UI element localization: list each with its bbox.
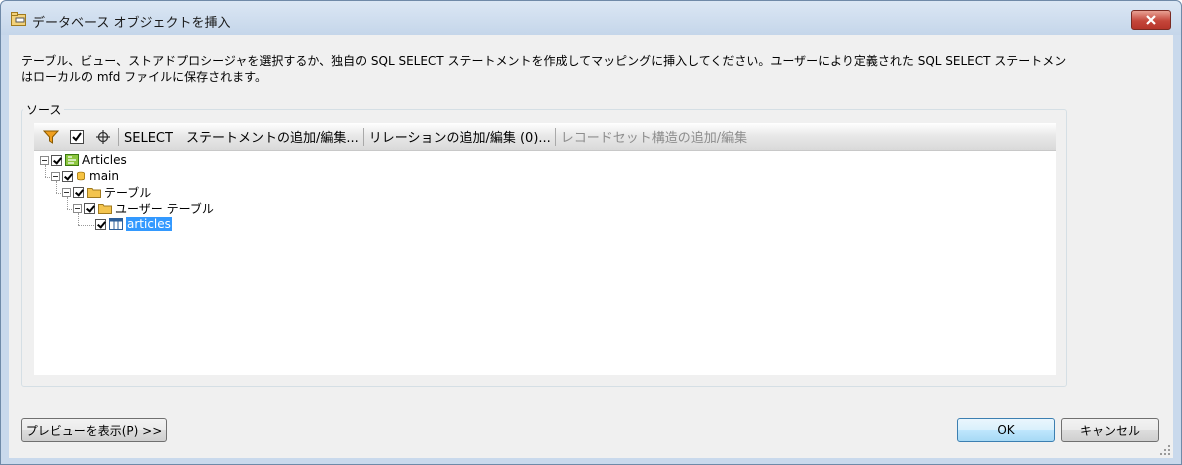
- tree-node-database[interactable]: main: [51, 168, 119, 184]
- toolbar-separator: [118, 127, 119, 146]
- node-checkbox[interactable]: [62, 170, 73, 182]
- show-preview-button[interactable]: プレビューを表示(P) >>: [21, 418, 167, 442]
- node-checkbox[interactable]: [84, 202, 95, 214]
- node-label: main: [89, 169, 119, 183]
- collapse-toggle[interactable]: [62, 187, 71, 197]
- tree-node-user-tables[interactable]: ユーザー テーブル: [73, 200, 214, 216]
- node-checkbox[interactable]: [51, 154, 62, 166]
- source-toolbar: SELECT ステートメントの追加/編集... リレーションの追加/編集 (0)…: [34, 123, 1056, 151]
- toolbar-separator: [554, 127, 556, 146]
- collapse-toggle[interactable]: [40, 155, 49, 165]
- tree-connector: [45, 177, 50, 178]
- tree-connector: [78, 225, 94, 226]
- toolbar-separator: [362, 127, 364, 146]
- database-icon: [77, 171, 85, 181]
- checkbox-icon: [70, 129, 84, 144]
- close-button[interactable]: [1131, 10, 1171, 30]
- table-icon: [109, 218, 123, 230]
- tree-node-table-articles[interactable]: articles: [95, 216, 172, 232]
- folder-icon: [87, 188, 101, 198]
- add-edit-select-button[interactable]: SELECT ステートメントの追加/編集...: [124, 127, 359, 146]
- node-label: articles: [126, 217, 172, 231]
- dialog-client-area: テーブル、ビュー、ストアドプロシージャを選択するか、独自の SQL SELECT…: [9, 35, 1173, 458]
- locate-icon: [96, 129, 110, 144]
- locate-button[interactable]: [92, 126, 114, 148]
- check-all-button[interactable]: [66, 126, 88, 148]
- database-connection-icon: [65, 154, 79, 166]
- cancel-button[interactable]: キャンセル: [1061, 418, 1159, 442]
- dialog-window: データベース オブジェクトを挿入 テーブル、ビュー、ストアドプロシージャを選択す…: [0, 0, 1182, 465]
- folder-icon: [98, 204, 112, 214]
- ok-button[interactable]: OK: [957, 418, 1055, 442]
- node-label: ユーザー テーブル: [115, 201, 214, 216]
- add-edit-recordset-button[interactable]: レコードセット構造の追加/編集: [561, 127, 747, 146]
- collapse-toggle[interactable]: [51, 171, 60, 181]
- tree-connector: [67, 209, 72, 210]
- filter-icon: [43, 130, 59, 144]
- tree-node-root[interactable]: Articles: [40, 152, 127, 168]
- resize-grip-icon[interactable]: [1159, 444, 1171, 456]
- tree-connector: [56, 193, 61, 194]
- instruction-line-2: はローカルの mfd ファイルに保存されます。: [21, 70, 267, 84]
- insert-database-icon: [11, 12, 26, 26]
- source-group-label: ソース: [23, 101, 65, 118]
- node-label: Articles: [82, 153, 127, 167]
- tree-node-tables[interactable]: テーブル: [62, 184, 151, 200]
- title-bar[interactable]: データベース オブジェクトを挿入: [1, 1, 1181, 35]
- close-icon: [1146, 15, 1156, 25]
- node-label: テーブル: [104, 185, 152, 200]
- window-title: データベース オブジェクトを挿入: [32, 16, 231, 31]
- instruction-line-1: テーブル、ビュー、ストアドプロシージャを選択するか、独自の SQL SELECT…: [21, 54, 1067, 68]
- filter-button[interactable]: [40, 126, 62, 148]
- instruction-text: テーブル、ビュー、ストアドプロシージャを選択するか、独自の SQL SELECT…: [21, 53, 1081, 85]
- collapse-toggle[interactable]: [73, 203, 82, 213]
- source-tree[interactable]: Articles main テーブル ユーザー テーブル articles: [34, 151, 1056, 375]
- add-edit-relations-button[interactable]: リレーションの追加/編集 (0)...: [369, 127, 551, 146]
- node-checkbox[interactable]: [73, 186, 84, 198]
- node-checkbox[interactable]: [95, 218, 106, 230]
